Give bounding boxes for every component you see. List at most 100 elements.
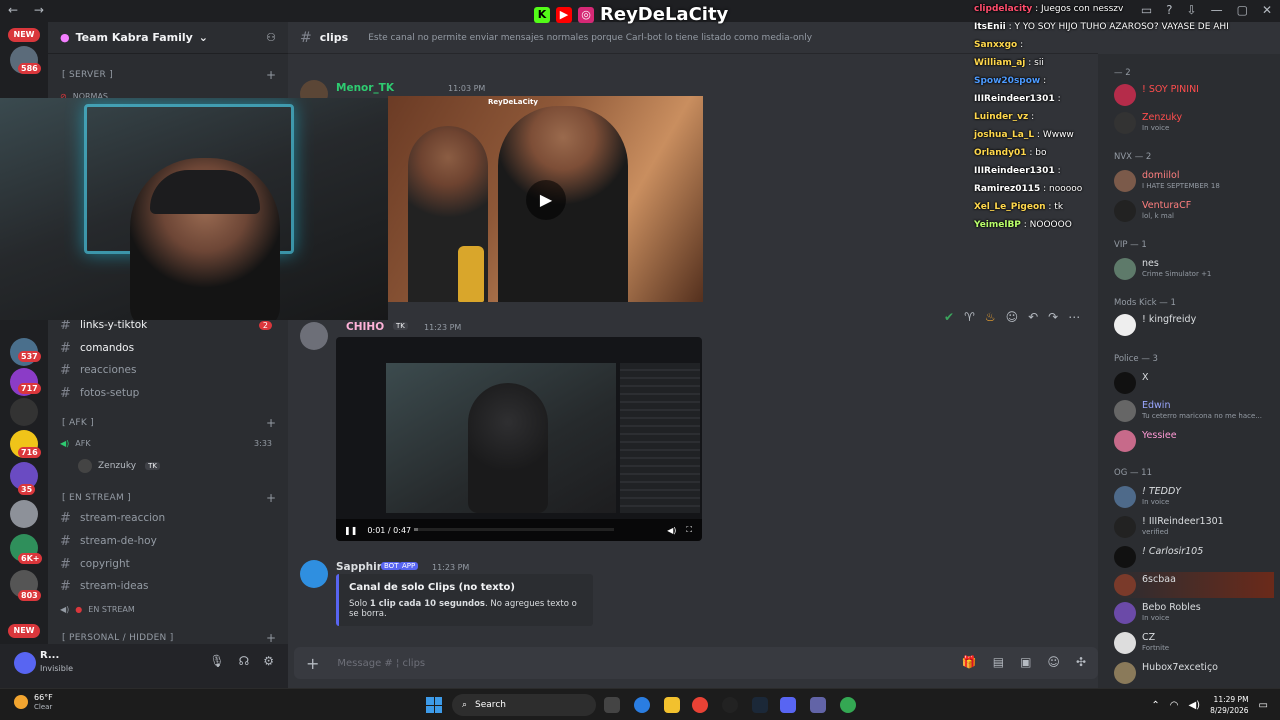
discord-icon[interactable] — [780, 697, 796, 713]
stream-chat-text: : — [1040, 76, 1047, 86]
play-icon[interactable]: ▶ — [526, 180, 566, 220]
stream-chat-line: ItsEnii : Y YO SOY HIJO TUHO AZAROSO? VA… — [974, 22, 1229, 40]
member-item[interactable]: Hubox7excetiço — [1114, 660, 1274, 686]
reply-icon[interactable]: ↶ — [1028, 310, 1038, 324]
message-author[interactable]: CHIHO — [346, 321, 384, 333]
check-reaction-icon[interactable]: ✔ — [944, 310, 954, 324]
server-icon[interactable] — [10, 398, 38, 426]
add-attachment-icon[interactable]: + — [306, 654, 319, 673]
channel-comandos[interactable]: # comandos — [56, 338, 280, 358]
fullscreen-icon[interactable]: ⛶ — [686, 525, 692, 535]
member-item[interactable]: Yessiee — [1114, 428, 1274, 454]
headset-icon[interactable]: ☊ — [239, 654, 250, 668]
clock[interactable]: 11:29 PM 8/29/2026 — [1210, 694, 1248, 716]
member-item[interactable]: VenturaCF lol, k mal — [1114, 198, 1274, 224]
volume-icon[interactable]: ◀) — [667, 526, 676, 535]
member-item[interactable]: Edwin Tu ceterro maricona no me hace... — [1114, 398, 1274, 424]
member-item[interactable]: 6scbaa — [1114, 572, 1274, 598]
teams-icon[interactable] — [810, 697, 826, 713]
category-en-stream[interactable]: [ EN STREAM ] — [62, 493, 131, 503]
avatar[interactable] — [300, 560, 328, 588]
member-item[interactable]: X — [1114, 370, 1274, 396]
voice-channel-en-stream[interactable]: ◀) ● EN STREAM — [56, 599, 280, 619]
gift-icon[interactable]: 🎁 — [962, 655, 977, 669]
message-input[interactable]: Message # ¦ clips — [337, 658, 425, 669]
member-item[interactable]: ! kingfreidy — [1114, 312, 1274, 338]
more-icon[interactable]: ⋯ — [1068, 310, 1080, 324]
sticker-icon[interactable]: ▣ — [1020, 655, 1031, 669]
server-icon[interactable] — [10, 500, 38, 528]
add-reaction-icon[interactable]: ☺ — [1006, 310, 1019, 324]
channel-stream-de-hoy[interactable]: # stream-de-hoy — [56, 531, 280, 551]
notification-icon[interactable]: ▭ — [1259, 700, 1268, 711]
edge-icon[interactable] — [634, 697, 650, 713]
volume-icon[interactable]: ◀) — [1188, 700, 1200, 711]
steam-icon[interactable] — [752, 697, 768, 713]
member-item[interactable]: ! TEDDY In voice — [1114, 484, 1274, 510]
help-icon[interactable]: ? — [1166, 3, 1172, 17]
nav-arrows[interactable]: ← → — [8, 3, 50, 17]
emoji-icon[interactable]: ☺ — [1047, 655, 1060, 669]
chrome-icon[interactable] — [692, 697, 708, 713]
add-channel-icon[interactable]: + — [266, 68, 276, 82]
gif-icon[interactable]: ▤ — [993, 655, 1004, 669]
member-item[interactable]: CZ Fortnite — [1114, 630, 1274, 656]
member-item[interactable]: domiilol I HATE SEPTEMBER 18 — [1114, 168, 1274, 194]
microphone-icon[interactable]: 🎙 — [209, 654, 224, 668]
member-item[interactable]: nes Crime Simulator +1 — [1114, 256, 1274, 282]
apps-icon[interactable]: ✣ — [1076, 655, 1086, 669]
channel-stream-reaccion[interactable]: # stream-reaccion — [56, 508, 280, 528]
category-personal[interactable]: [ PERSONAL / HIDDEN ] — [62, 633, 174, 643]
new-badge-bottom[interactable]: NEW — [8, 624, 40, 638]
member-group-label: VIP — 1 — [1114, 240, 1147, 250]
task-view-icon[interactable] — [604, 697, 620, 713]
close-button[interactable]: ✕ — [1262, 3, 1272, 17]
maximize-button[interactable]: ▢ — [1237, 3, 1248, 17]
category-server[interactable]: [ SERVER ] — [62, 70, 113, 80]
avatar[interactable] — [14, 652, 36, 674]
new-badge-top[interactable]: NEW — [8, 28, 40, 42]
member-item[interactable]: ! Carlosir105 — [1114, 544, 1274, 570]
avatar[interactable] — [300, 322, 328, 350]
pause-icon[interactable]: ❚❚ — [344, 526, 357, 535]
channel-reacciones[interactable]: # reacciones — [56, 360, 280, 380]
message-composer[interactable]: + Message # ¦ clips 🎁 ▤ ▣ ☺ ✣ — [294, 647, 1098, 679]
add-member-icon[interactable]: ⚇ — [266, 31, 276, 44]
voice-user[interactable]: Zenzuky TK — [78, 459, 160, 473]
file-explorer-icon[interactable] — [664, 697, 680, 713]
video-attachment[interactable]: ❚❚ 0:01 / 0:47 ◀) ⛶ — [336, 337, 702, 541]
channel-topic[interactable]: Este canal no permite enviar mensajes no… — [368, 33, 812, 43]
hash-icon: # — [60, 385, 71, 401]
guild-header[interactable]: ● Team Kabra Family ⌄ ⚇ — [48, 22, 288, 54]
minimize-button[interactable]: — — [1211, 3, 1223, 17]
category-afk[interactable]: [ AFK ] — [62, 418, 94, 428]
add-channel-icon[interactable]: + — [266, 416, 276, 430]
chrome-profile-icon[interactable] — [840, 697, 856, 713]
member-item[interactable]: ! SOY PININI — [1114, 82, 1274, 108]
channel-copyright[interactable]: # copyright — [56, 554, 280, 574]
add-channel-icon[interactable]: + — [266, 631, 276, 645]
goat-reaction-icon[interactable]: ♈ — [964, 310, 975, 324]
add-channel-icon[interactable]: + — [266, 491, 276, 505]
windows-start-icon[interactable] — [426, 697, 442, 713]
voice-channel-afk[interactable]: ◀) AFK 3:33 — [56, 433, 280, 453]
message-author[interactable]: Menor_TK — [336, 82, 394, 94]
video-attachment[interactable]: ReyDeLaCity ▶ — [388, 96, 703, 302]
app-icon[interactable] — [722, 697, 738, 713]
channel-stream-ideas[interactable]: # stream-ideas — [56, 576, 280, 596]
gear-icon[interactable]: ⚙ — [263, 654, 274, 668]
download-icon[interactable]: ⇩ — [1187, 3, 1197, 17]
wifi-icon[interactable]: ◠ — [1170, 700, 1179, 711]
stream-chat-user: ItsEnii — [974, 22, 1006, 32]
member-item[interactable]: ! IIIReindeer1301 verified — [1114, 514, 1274, 540]
fire-reaction-icon[interactable]: ♨ — [985, 310, 996, 324]
inbox-icon[interactable]: ▭ — [1141, 3, 1152, 17]
chevron-up-icon[interactable]: ⌃ — [1151, 700, 1159, 711]
forward-icon[interactable]: ↷ — [1048, 310, 1058, 324]
member-item[interactable]: Bebo Robles In voice — [1114, 600, 1274, 626]
stream-chat-user: William_aj — [974, 58, 1026, 68]
weather-widget[interactable]: 66°F Clear — [14, 693, 53, 711]
member-item[interactable]: Zenzuky In voice — [1114, 110, 1274, 136]
channel-fotos-setup[interactable]: # fotos-setup — [56, 383, 280, 403]
taskbar-search[interactable]: ⌕ Search — [452, 694, 596, 716]
